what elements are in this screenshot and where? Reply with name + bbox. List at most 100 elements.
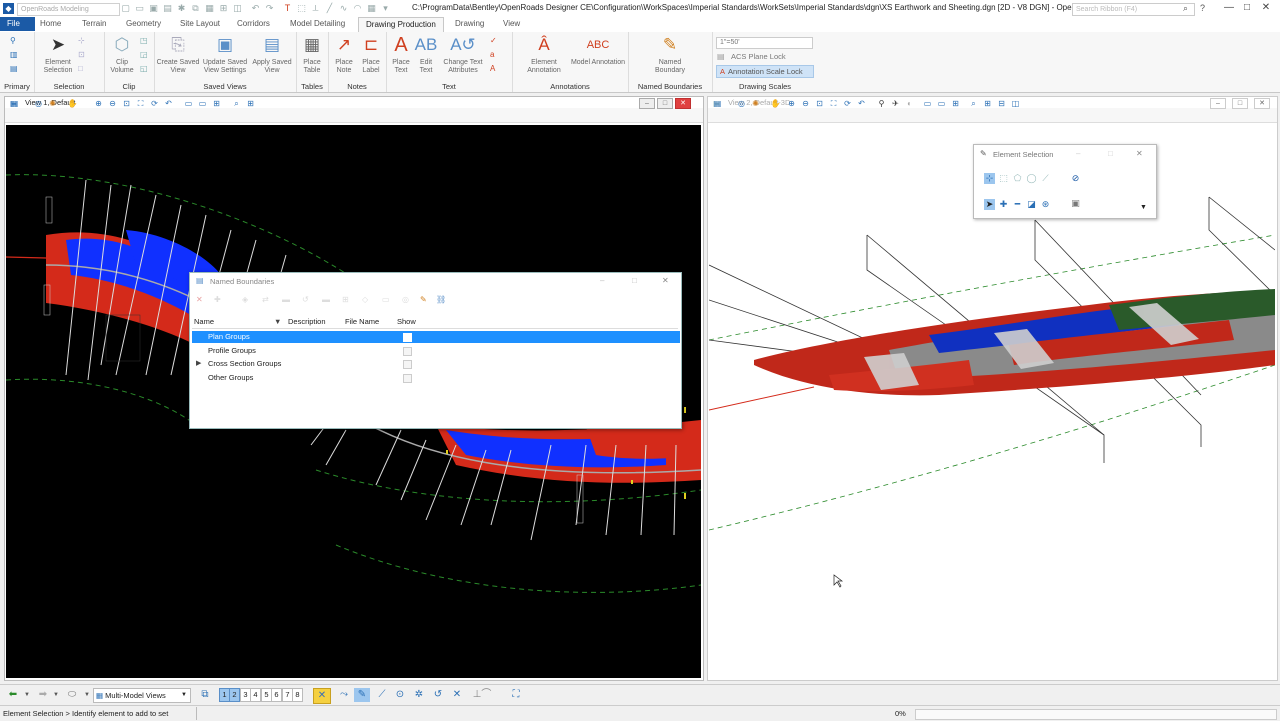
- minimize-button[interactable]: —: [1220, 1, 1238, 15]
- annotation-scale-lock-toggle[interactable]: A Annotation Scale Lock: [716, 65, 814, 78]
- clip-back-icon[interactable]: ◱: [140, 64, 148, 73]
- view-toggle-6[interactable]: 6: [271, 688, 282, 702]
- add-icon[interactable]: ✚: [214, 295, 221, 304]
- view-groups-icon[interactable]: ⧉: [198, 688, 212, 702]
- model-dropdown-icon[interactable]: ▼: [82, 688, 92, 702]
- snap-nearest-icon[interactable]: ✎: [354, 688, 370, 702]
- camera-icon[interactable]: ⌕: [968, 98, 979, 109]
- maximize-button[interactable]: □: [1238, 1, 1256, 15]
- tab-drawing-production[interactable]: Drawing Production: [358, 17, 444, 32]
- search-ribbon-input[interactable]: Search Ribbon (F4): [1072, 3, 1195, 16]
- tab-terrain[interactable]: Terrain: [75, 17, 113, 31]
- select-all-icon[interactable]: ⊹: [78, 36, 85, 45]
- show-checkbox[interactable]: [403, 360, 412, 369]
- view-2-minimize-button[interactable]: –: [1210, 98, 1226, 109]
- camera-icon[interactable]: ⌕: [231, 98, 242, 109]
- place-label-button[interactable]: ⊏ Place Label: [357, 35, 385, 75]
- invert-selection-icon[interactable]: ◪: [1026, 199, 1037, 210]
- forward-icon[interactable]: ➡: [36, 688, 50, 702]
- move-icon[interactable]: ⇄: [262, 295, 269, 304]
- column-file-name[interactable]: File Name: [345, 317, 379, 326]
- tab-drawing[interactable]: Drawing: [448, 17, 491, 31]
- clip-volume-button[interactable]: ⬡ Clip Volume: [106, 35, 138, 75]
- close-button[interactable]: ✕: [1257, 1, 1275, 15]
- zoom-in-icon[interactable]: ⊕: [786, 98, 797, 109]
- tab-site-layout[interactable]: Site Layout: [173, 17, 227, 31]
- back-dropdown-icon[interactable]: ▼: [22, 688, 32, 702]
- layers-icon[interactable]: ▦: [204, 2, 215, 14]
- dialog-maximize-button[interactable]: □: [632, 276, 637, 285]
- new-selection-icon[interactable]: ➤: [984, 199, 995, 210]
- element-selection-button[interactable]: ➤ Element Selection: [38, 35, 78, 75]
- window-area-icon[interactable]: ⊡: [121, 98, 132, 109]
- view-display-icon[interactable]: ◎: [33, 98, 44, 109]
- change-text-attributes-button[interactable]: A↺ Change Text Attributes: [438, 35, 488, 75]
- deselect-icon[interactable]: □: [78, 64, 83, 73]
- view-display-icon[interactable]: ◎: [736, 98, 747, 109]
- individual-select-icon[interactable]: ⊹: [984, 173, 995, 184]
- chain-icon[interactable]: ⛓: [436, 295, 446, 304]
- table-row[interactable]: Profile Groups: [192, 345, 680, 357]
- snap-midpoint-icon[interactable]: ⟋: [374, 688, 390, 702]
- table-row[interactable]: Other Groups: [192, 372, 680, 384]
- view-attributes-icon[interactable]: ▤: [712, 98, 723, 109]
- back-icon[interactable]: ⬅: [6, 688, 20, 702]
- properties-icon[interactable]: ▤: [10, 64, 18, 73]
- table-row[interactable]: ▶ Cross Section Groups: [192, 358, 680, 370]
- model-icon[interactable]: ◫: [232, 2, 243, 14]
- view-toggle-8[interactable]: 8: [292, 688, 303, 702]
- link-icon[interactable]: ▬: [322, 295, 330, 304]
- text-style-icon[interactable]: a: [490, 50, 494, 59]
- show-checkbox[interactable]: [403, 347, 412, 356]
- column-show[interactable]: Show: [397, 317, 416, 326]
- view-attributes-icon[interactable]: ▤: [9, 98, 20, 109]
- named-boundary-button[interactable]: ✎ Named Boundary: [646, 35, 694, 75]
- reference-icon[interactable]: ⊞: [218, 2, 229, 14]
- element-selection-dialog[interactable]: ✎ Element Selection – □ ✕ ⊹ ⬚ ⬠ ◯ ⟋ ⊘ ➤ …: [973, 144, 1157, 219]
- forward-dropdown-icon[interactable]: ▼: [51, 688, 61, 702]
- snap-toggle-icon[interactable]: ✕: [313, 688, 331, 704]
- acs-plane-lock-toggle[interactable]: ACS Plane Lock: [731, 52, 786, 61]
- measure-icon[interactable]: ⟂: [310, 2, 321, 14]
- place-note-button[interactable]: ↗ Place Note: [330, 35, 358, 75]
- view-previous-icon[interactable]: ↶: [856, 98, 867, 109]
- view-next-icon[interactable]: ▭: [183, 98, 194, 109]
- clip-volume-icon[interactable]: ⊞: [950, 98, 961, 109]
- delete-icon[interactable]: ✕: [196, 295, 203, 304]
- place-text-button[interactable]: A Place Text: [388, 35, 414, 75]
- dialog-close-button[interactable]: ✕: [1136, 149, 1143, 158]
- settings-icon[interactable]: ✱: [176, 2, 187, 14]
- display-style-icon[interactable]: ✺: [750, 98, 761, 109]
- pan-icon[interactable]: ✋: [770, 98, 781, 109]
- view-1-maximize-button[interactable]: □: [657, 98, 673, 109]
- edit-text-button[interactable]: AB Edit Text: [414, 35, 438, 75]
- show-checkbox[interactable]: [403, 374, 412, 383]
- snap-origin-icon[interactable]: ✲: [411, 688, 427, 702]
- snap-settings-icon[interactable]: ⛶: [508, 688, 524, 702]
- copy-view-icon[interactable]: ▭: [197, 98, 208, 109]
- view-next-icon[interactable]: ▭: [936, 98, 947, 109]
- new-file-icon[interactable]: ▢: [120, 2, 131, 14]
- snap-intersection-icon[interactable]: ✕: [449, 688, 465, 702]
- line-select-icon[interactable]: ⟋: [1040, 173, 1051, 184]
- rotate-view-icon[interactable]: ⟳: [149, 98, 160, 109]
- edit-icon[interactable]: ↺: [302, 295, 309, 304]
- update-saved-view-settings-button[interactable]: ▣ Update Saved View Settings: [200, 35, 250, 75]
- select-none-icon[interactable]: ▣: [1070, 198, 1081, 209]
- view-toggle-2[interactable]: 2: [229, 688, 240, 702]
- apply-saved-view-button[interactable]: ▤ Apply Saved View: [250, 35, 294, 75]
- tab-view[interactable]: View: [496, 17, 527, 31]
- dialog-minimize-button[interactable]: –: [1076, 149, 1080, 158]
- copy-view-icon[interactable]: ▭: [922, 98, 933, 109]
- shape-select-icon[interactable]: ⬠: [1012, 173, 1023, 184]
- tab-home[interactable]: Home: [33, 17, 68, 31]
- dialog-close-button[interactable]: ✕: [662, 276, 669, 285]
- print-icon[interactable]: ▤: [162, 2, 173, 14]
- explorer-icon[interactable]: ⚲: [10, 36, 16, 45]
- view-icon[interactable]: ▭: [382, 295, 390, 304]
- group-icon[interactable]: ◈: [242, 295, 248, 304]
- expand-options-icon[interactable]: ▼: [1138, 202, 1149, 213]
- curve-icon[interactable]: ∿: [338, 2, 349, 14]
- display-style-icon[interactable]: ✺: [47, 98, 58, 109]
- drawing-scale-dropdown[interactable]: 1"=50': [716, 37, 813, 49]
